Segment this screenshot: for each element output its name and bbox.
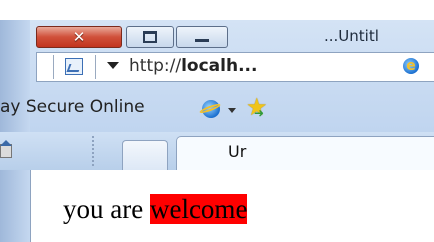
tab-active[interactable]: [176, 136, 434, 170]
maximize-button[interactable]: [126, 26, 174, 48]
close-icon: ✕: [72, 28, 86, 46]
page-text-plain: you are: [63, 194, 150, 224]
favorites-bar: ay Secure Online ★ ➜: [0, 92, 434, 126]
home-icon[interactable]: [0, 140, 14, 158]
url-prefix: http://: [129, 56, 182, 76]
ie-icon[interactable]: e: [403, 58, 419, 74]
page-content: you are welcome: [30, 170, 434, 242]
favorites-item-label[interactable]: ay Secure Online: [0, 97, 145, 117]
address-bar[interactable]: http://localh... e: [36, 52, 434, 82]
close-button[interactable]: ✕: [36, 26, 122, 48]
dropdown-arrow-icon[interactable]: [107, 62, 119, 69]
tab-row: Ur: [0, 132, 434, 170]
page-icon[interactable]: [65, 58, 83, 75]
url-host: localh...: [181, 56, 258, 76]
maximize-icon: [143, 31, 157, 43]
address-row: http://localh... e: [0, 52, 434, 82]
address-divider: [53, 55, 54, 79]
welcome-highlight: welcome: [149, 194, 248, 224]
address-divider: [95, 55, 96, 79]
chevron-down-icon[interactable]: [228, 108, 236, 113]
top-strip: ۛ: [0, 0, 434, 20]
ie-page-icon[interactable]: [202, 100, 220, 118]
minimize-icon: [195, 38, 209, 42]
page-text: you are welcome: [63, 194, 248, 225]
tab-new[interactable]: [122, 140, 168, 170]
add-favorites-arrow-icon: ➜: [254, 106, 265, 120]
tab-active-label: Ur: [228, 142, 247, 161]
url-field[interactable]: http://localh...: [129, 56, 257, 76]
window-title: ...Untitl: [324, 27, 379, 45]
toolbar-grip[interactable]: [92, 136, 94, 166]
minimize-button[interactable]: [176, 26, 228, 48]
